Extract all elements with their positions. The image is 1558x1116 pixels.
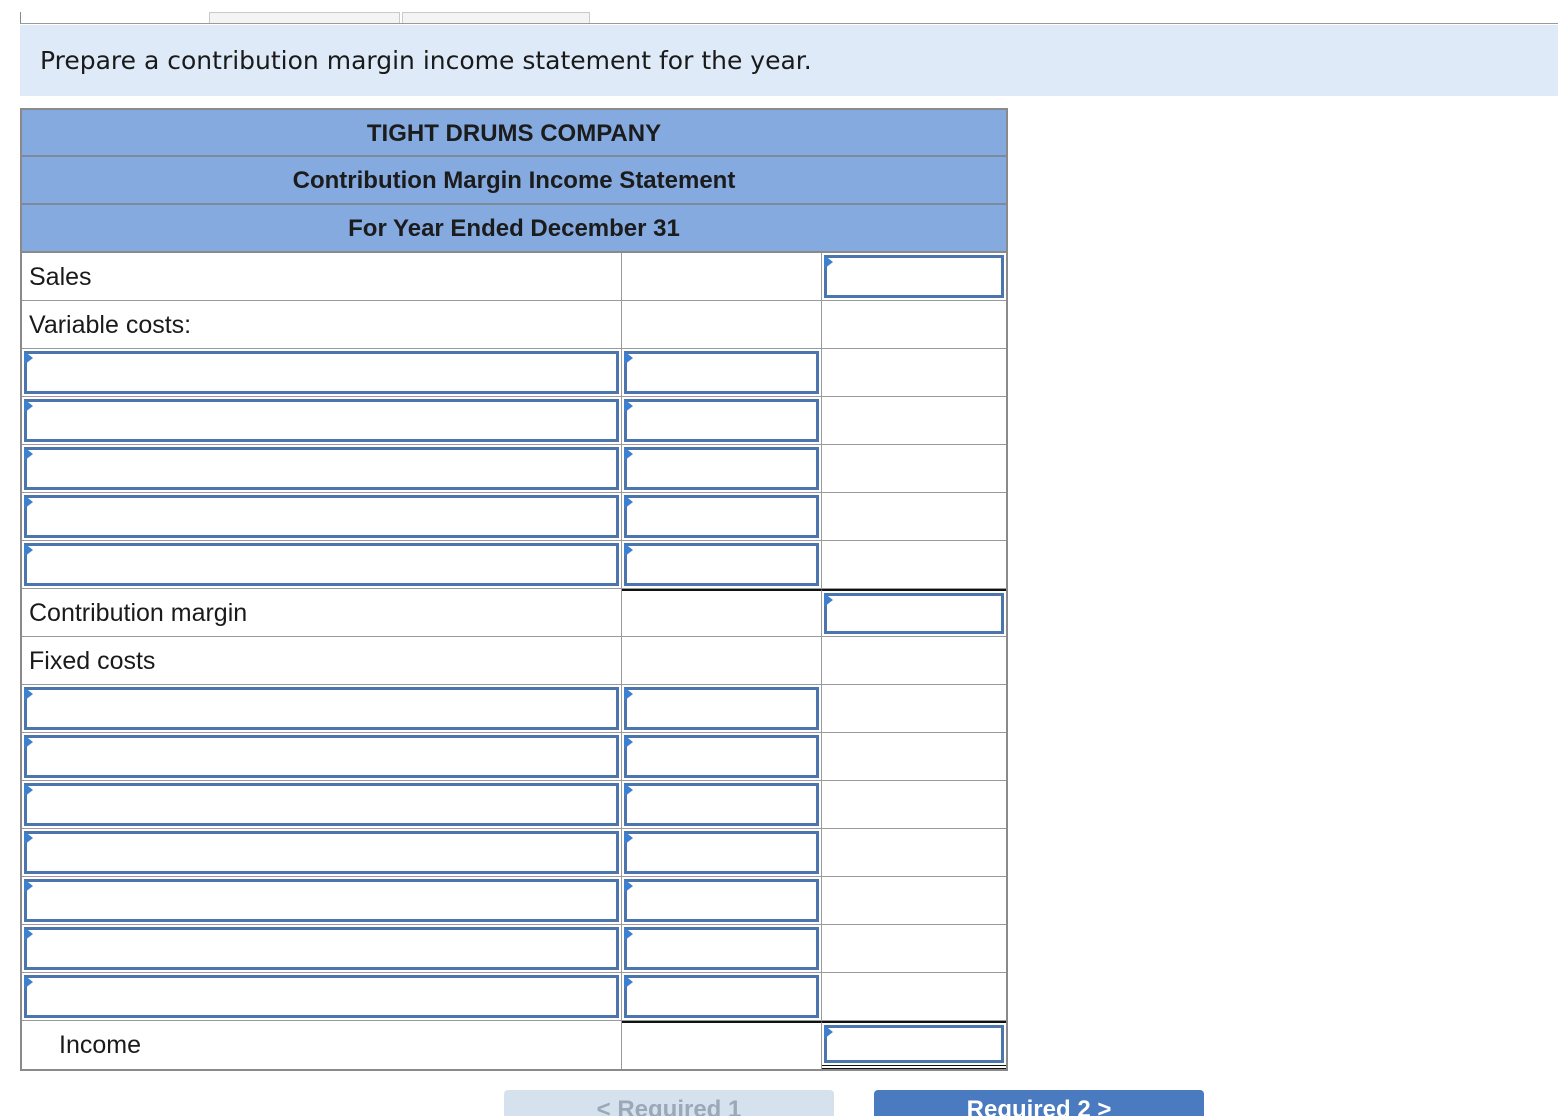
fixed-cost-account-select[interactable] <box>24 687 619 730</box>
fixed-cost-row <box>22 925 1006 973</box>
fixed-cost-amount-input[interactable] <box>624 735 819 778</box>
variable-cost-row <box>22 349 1006 397</box>
fixed-cost-account-select[interactable] <box>24 735 619 778</box>
variable-cost-row <box>22 445 1006 493</box>
sales-total-input[interactable] <box>824 255 1004 298</box>
variable-cost-account-select[interactable] <box>24 543 619 586</box>
fixed-cost-account-select[interactable] <box>24 927 619 970</box>
variable-cost-amount-input[interactable] <box>624 351 819 394</box>
fixed-cost-row <box>22 829 1006 877</box>
next-required-button[interactable]: Required 2 > <box>874 1090 1204 1116</box>
variable-costs-heading-row: Variable costs: <box>22 301 1006 349</box>
fixed-costs-heading-row: Fixed costs <box>22 637 1006 685</box>
variable-cost-row <box>22 397 1006 445</box>
fixed-cost-amount-input[interactable] <box>624 783 819 826</box>
income-label: Income <box>22 1021 621 1069</box>
variable-cost-amount-input[interactable] <box>624 543 819 586</box>
fixed-cost-row <box>22 685 1006 733</box>
sales-label: Sales <box>22 253 621 301</box>
fixed-cost-amount-input[interactable] <box>624 687 819 730</box>
statement-period: For Year Ended December 31 <box>22 205 1006 253</box>
contribution-margin-label: Contribution margin <box>22 589 621 637</box>
sales-row: Sales <box>22 253 1006 301</box>
variable-cost-account-select[interactable] <box>24 351 619 394</box>
page: Prepare a contribution margin income sta… <box>0 0 1558 1116</box>
contribution-margin-row: Contribution margin <box>22 589 1006 637</box>
variable-cost-account-select[interactable] <box>24 447 619 490</box>
variable-cost-row <box>22 493 1006 541</box>
fixed-cost-row <box>22 781 1006 829</box>
income-statement-table: TIGHT DRUMS COMPANY Contribution Margin … <box>20 108 1008 1071</box>
variable-costs-label: Variable costs: <box>22 301 621 349</box>
fixed-cost-amount-input[interactable] <box>624 831 819 874</box>
instruction-banner: Prepare a contribution margin income sta… <box>20 25 1558 96</box>
fixed-cost-amount-input[interactable] <box>624 879 819 922</box>
variable-cost-amount-input[interactable] <box>624 399 819 442</box>
fixed-cost-row <box>22 877 1006 925</box>
fixed-costs-label: Fixed costs <box>22 637 621 685</box>
variable-cost-account-select[interactable] <box>24 495 619 538</box>
fixed-cost-row <box>22 973 1006 1021</box>
income-row: Income <box>22 1021 1006 1069</box>
fixed-cost-amount-input[interactable] <box>624 975 819 1018</box>
company-name: TIGHT DRUMS COMPANY <box>22 110 1006 157</box>
tab-rule <box>20 23 1558 24</box>
fixed-cost-account-select[interactable] <box>24 975 619 1018</box>
variable-cost-amount-input[interactable] <box>624 447 819 490</box>
variable-cost-amount-input[interactable] <box>624 495 819 538</box>
variable-cost-row <box>22 541 1006 589</box>
previous-required-button[interactable]: < Required 1 <box>504 1090 834 1116</box>
fixed-cost-amount-input[interactable] <box>624 927 819 970</box>
statement-title: Contribution Margin Income Statement <box>22 157 1006 205</box>
income-total-input[interactable] <box>824 1025 1004 1063</box>
fixed-cost-account-select[interactable] <box>24 783 619 826</box>
fixed-cost-account-select[interactable] <box>24 879 619 922</box>
contribution-margin-input[interactable] <box>824 593 1004 634</box>
fixed-cost-account-select[interactable] <box>24 831 619 874</box>
fixed-cost-row <box>22 733 1006 781</box>
variable-cost-account-select[interactable] <box>24 399 619 442</box>
